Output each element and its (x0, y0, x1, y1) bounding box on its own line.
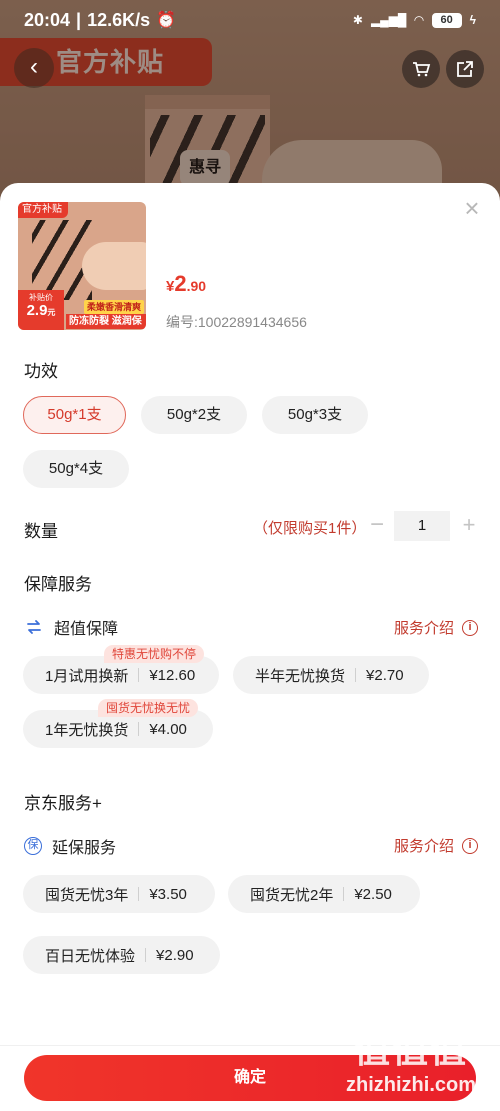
value-guarantee-info-link[interactable]: 服务介绍 i (394, 617, 478, 638)
warranty-option-price: ¥2.50 (354, 885, 392, 903)
bluetooth-icon: ✱ (352, 13, 363, 27)
guarantee-option-2[interactable]: 半年无忧换货 ¥2.70 (233, 656, 429, 694)
divider (138, 887, 140, 901)
alarm-icon: ⏰ (156, 12, 177, 29)
warranty-option-1[interactable]: 囤货无忧3年 ¥3.50 (23, 875, 215, 913)
value-guarantee-header: 超值保障 (24, 615, 118, 639)
charging-icon: ϟ (469, 13, 476, 27)
extended-warranty-label: 延保服务 (52, 840, 117, 857)
signal-icon: ▂▄▆█ (370, 13, 407, 27)
info-icon: i (462, 837, 478, 854)
value-guarantee-label: 超值保障 (54, 621, 119, 638)
quantity-increase-button[interactable]: + (458, 512, 480, 540)
share-button[interactable] (446, 50, 484, 88)
status-icons: ✱ ▂▄▆█ ◠ 60 ϟ (352, 12, 476, 28)
warranty-icon: 保 (24, 837, 42, 855)
product-price: ¥2.90 (166, 271, 206, 297)
jd-service-title: 京东服务+ (24, 794, 102, 813)
share-icon (457, 61, 473, 77)
quantity-decrease-button[interactable]: − (366, 512, 388, 540)
status-time: 20:04 (24, 9, 71, 30)
divider (145, 948, 147, 962)
wifi-icon: ◠ (414, 13, 424, 27)
guarantee-promo-tag: 特惠无忧购不停 (104, 645, 205, 663)
efficacy-option-2[interactable]: 50g*2支 (141, 396, 247, 434)
thumbnail-hand (82, 242, 146, 290)
extended-warranty-info-link[interactable]: 服务介绍 i (394, 835, 478, 856)
efficacy-option-1[interactable]: 50g*1支 (23, 396, 126, 434)
site-watermark: 值值值 zhizhizhi.com (336, 1028, 486, 1108)
guarantee-title: 保障服务 (24, 575, 92, 594)
product-thumbnail[interactable]: 官方补贴 补贴价 2.9元 柔嫩香滑清爽 防冻防裂 滋润保湿 (18, 202, 146, 330)
thumbnail-price-box: 补贴价 2.9元 (18, 290, 64, 330)
thumbnail-price-unit: 元 (47, 308, 56, 317)
chevron-left-icon: ‹ (30, 53, 38, 80)
quantity-title: 数量 (24, 522, 58, 541)
quantity-input[interactable]: 1 (394, 511, 450, 541)
warranty-option-2[interactable]: 囤货无忧2年 ¥2.50 (228, 875, 420, 913)
watermark-logo-text: 值值值 (353, 1029, 468, 1070)
extended-warranty-header: 保 延保服务 (24, 834, 116, 858)
status-separator: | (76, 9, 82, 30)
price-decimal: .90 (186, 278, 207, 294)
thumbnail-tag-red: 防冻防裂 滋润保湿 (66, 314, 146, 329)
cart-button[interactable] (402, 50, 440, 88)
warranty-option-price: ¥2.90 (156, 946, 194, 964)
warranty-option-price: ¥3.50 (149, 885, 187, 903)
service-intro-label: 服务介绍 (393, 620, 454, 637)
efficacy-option-3[interactable]: 50g*3支 (262, 396, 368, 434)
status-bar: 20:04 | 12.6K/s ⏰ ✱ ▂▄▆█ ◠ 60 ϟ (0, 0, 500, 40)
divider (355, 668, 357, 682)
close-button[interactable]: × (462, 195, 482, 221)
efficacy-option-4[interactable]: 50g*4支 (23, 450, 129, 488)
warranty-option-3[interactable]: 百日无忧体验 ¥2.90 (23, 936, 220, 974)
service-intro-label: 服务介绍 (393, 838, 454, 855)
guarantee-option-price: ¥4.00 (149, 720, 187, 738)
guarantee-option-price: ¥12.60 (149, 666, 196, 684)
watermark-url: zhizhizhi.com (346, 1074, 476, 1096)
guarantee-promo-tag: 囤货无忧换无忧 (98, 699, 199, 717)
price-integer: 2 (174, 271, 187, 296)
thumbnail-tag-yellow: 柔嫩香滑清爽 (84, 300, 145, 314)
close-icon: × (464, 193, 480, 223)
guarantee-option-name: 半年无忧换货 (255, 667, 346, 685)
guarantee-option-name: 1年无忧换货 (45, 721, 129, 739)
efficacy-title: 功效 (24, 362, 58, 381)
network-speed: 12.6K/s (87, 9, 151, 30)
divider (138, 668, 140, 682)
warranty-option-name: 囤货无忧3年 (45, 886, 129, 904)
sku-selection-sheet: × 官方补贴 补贴价 2.9元 柔嫩香滑清爽 防冻防裂 滋润保湿 ¥2.90 编… (0, 183, 500, 1111)
warranty-option-name: 百日无忧体验 (45, 947, 136, 965)
warranty-option-name: 囤货无忧2年 (250, 886, 334, 904)
thumbnail-badge: 官方补贴 (18, 202, 68, 218)
battery-icon: 60 (431, 12, 462, 28)
divider (343, 887, 345, 901)
quantity-limit-note: （仅限购买1件） (253, 520, 367, 537)
guarantee-option-price: ¥2.70 (366, 666, 404, 684)
info-icon: i (462, 619, 478, 636)
thumbnail-price: 2.9 (26, 302, 48, 319)
sku-number: 编号:10022891434656 (166, 314, 307, 330)
back-button[interactable]: ‹ (14, 48, 54, 88)
divider (138, 722, 140, 736)
guarantee-option-name: 1月试用换新 (45, 667, 129, 685)
cart-icon (413, 62, 431, 77)
exchange-icon (27, 620, 41, 634)
